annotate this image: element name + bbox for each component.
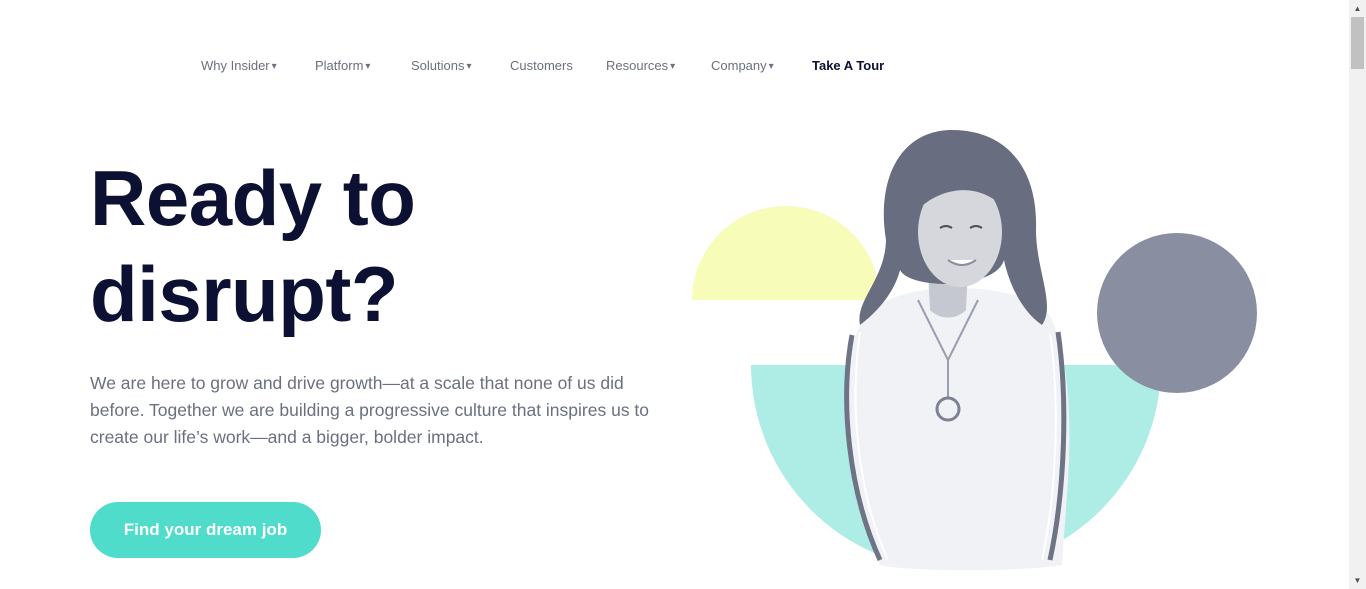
hero-title-line-1: Ready to [90, 154, 416, 242]
nav-item-solutions[interactable]: Solutions ▾ [411, 58, 472, 73]
hero-description: We are here to grow and drive growth—at … [90, 373, 650, 447]
nav-item-customers[interactable]: Customers [510, 58, 573, 73]
nav-item-label: Customers [510, 57, 573, 73]
nav-item-resources[interactable]: Resources ▾ [606, 58, 675, 73]
person-portrait [844, 130, 1070, 571]
caret-down-icon: ▾ [365, 60, 371, 72]
scrollbar-thumb[interactable] [1351, 17, 1364, 69]
caret-down-icon: ▾ [768, 60, 774, 72]
hero-title: Ready to disrupt? [90, 150, 416, 342]
caret-down-icon: ▾ [271, 60, 277, 72]
scroll-up-icon[interactable]: ▲ [1349, 0, 1366, 17]
nav-item-label: Company [711, 57, 767, 73]
vertical-scrollbar[interactable]: ▲ ▼ [1349, 0, 1366, 589]
nav-item-company[interactable]: Company ▾ [711, 58, 774, 73]
caret-down-icon: ▾ [670, 60, 676, 72]
scroll-down-icon[interactable]: ▼ [1349, 572, 1366, 589]
hero-title-line-2: disrupt? [90, 250, 398, 338]
nav-item-label: Platform [315, 57, 364, 73]
nav-item-label: Solutions [411, 57, 465, 73]
yellow-half-circle [692, 206, 880, 300]
hero-illustration [692, 130, 1257, 571]
nav-item-platform[interactable]: Platform ▾ [315, 58, 370, 73]
nav-item-label: Resources [606, 57, 669, 73]
find-dream-job-button[interactable]: Find your dream job [90, 502, 321, 558]
take-a-tour-link[interactable]: Take A Tour [812, 58, 884, 73]
nav-item-why-insider[interactable]: Why Insider ▾ [201, 58, 277, 73]
nav-item-label: Why Insider [201, 57, 270, 73]
caret-down-icon: ▾ [466, 60, 472, 72]
gray-circle [1097, 233, 1257, 393]
